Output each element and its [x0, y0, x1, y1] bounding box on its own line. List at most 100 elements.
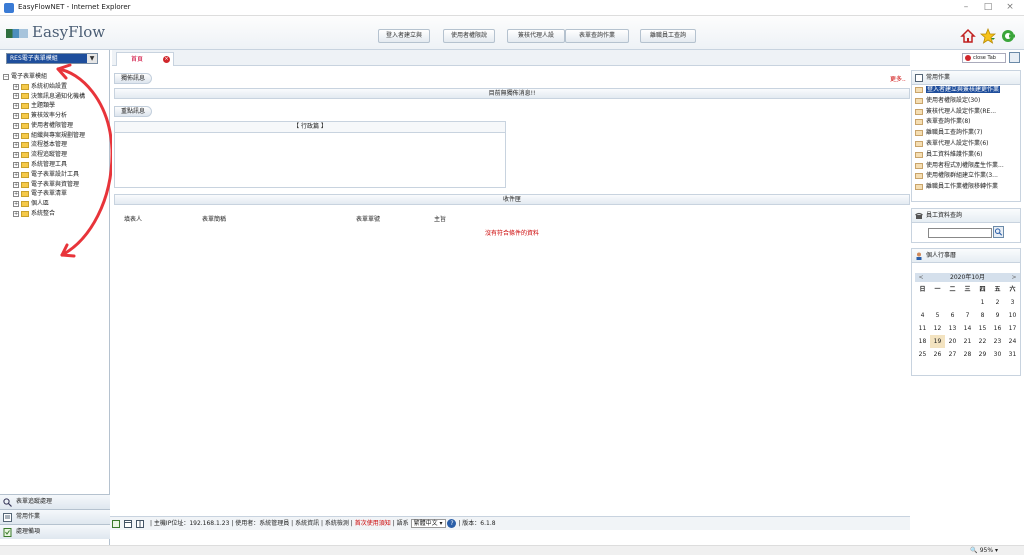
header-button-1[interactable]: 登入者建立與	[378, 29, 430, 43]
calendar-day[interactable]: 1	[975, 296, 990, 309]
close-tab-all-button[interactable]: close Tab	[962, 53, 1006, 63]
left-bottom-item-pending[interactable]: 處理備項	[0, 524, 110, 539]
more-link[interactable]: 更多..	[890, 74, 906, 83]
calendar-day[interactable]: 29	[975, 348, 990, 361]
calendar-day[interactable]	[930, 296, 945, 309]
app-logo: EasyFlow	[32, 23, 106, 41]
calendar-title: 個人行事曆	[912, 249, 1020, 263]
document-icon	[915, 119, 923, 126]
calendar-day[interactable]: 7	[960, 309, 975, 322]
calendar-day[interactable]: 22	[975, 335, 990, 348]
close-tab-icon[interactable]: ×	[163, 56, 170, 63]
board-title: 【 行政篇 】	[115, 122, 505, 133]
favorite-item[interactable]: 使用權限群組建立作業(3...	[912, 171, 1020, 182]
calendar-day[interactable]: 12	[930, 322, 945, 335]
home-icon[interactable]	[960, 28, 976, 44]
favorite-item[interactable]: 簽核代理人設定作業(RE...	[912, 107, 1020, 118]
zoom-level[interactable]: 🔍 95% ▾	[970, 546, 998, 555]
calendar-month: 2020年10月	[950, 274, 985, 281]
main-content: 獨佈訊息 更多.. 目前無獨佈消息!! 重點訊息 【 行政篇 】 收件匣 填表人…	[112, 66, 910, 516]
calendar-day[interactable]: 14	[960, 322, 975, 335]
favorite-item[interactable]: 離職員工作業權限移轉作業	[912, 182, 1020, 191]
calendar-day[interactable]: 2	[990, 296, 1005, 309]
calendar-day[interactable]: 23	[990, 335, 1005, 348]
calendar-day[interactable]: 28	[960, 348, 975, 361]
calendar-day[interactable]: 26	[930, 348, 945, 361]
calendar-day[interactable]: 16	[990, 322, 1005, 335]
inbox-col-number[interactable]: 表單單號	[356, 214, 380, 223]
maximize-button[interactable]: □	[980, 2, 996, 14]
calendar-day[interactable]	[915, 296, 930, 309]
calendar-day[interactable]: 13	[945, 322, 960, 335]
favorite-item[interactable]: 員工資料維護作業(6)	[912, 150, 1020, 161]
header-button-2[interactable]: 使用者權限說	[443, 29, 495, 43]
calendar-day[interactable]: 25	[915, 348, 930, 361]
first-use-link[interactable]: 首次使用須知	[355, 520, 391, 527]
header-button-3[interactable]: 簽核代理人設	[507, 29, 565, 43]
calendar-day[interactable]: 3	[1005, 296, 1020, 309]
calendar-day[interactable]: 18	[915, 335, 930, 348]
logout-icon[interactable]	[1000, 28, 1016, 44]
favorite-item[interactable]: 使用者權限設定(30)	[912, 96, 1020, 107]
browser-titlebar: EasyFlowNET - Internet Explorer – □ ×	[0, 0, 1024, 16]
calendar-day[interactable]: 9	[990, 309, 1005, 322]
window-icon[interactable]	[124, 520, 132, 528]
minimize-button[interactable]: –	[958, 2, 974, 14]
calendar-day[interactable]: 30	[990, 348, 1005, 361]
calendar-prev-button[interactable]: <	[917, 273, 925, 282]
calendar-month-header: < 2020年10月 >	[915, 273, 1020, 282]
calendar-day[interactable]: 17	[1005, 322, 1020, 335]
logo-icon	[6, 29, 28, 38]
favorite-item[interactable]: 表單代理人設定作業(6)	[912, 139, 1020, 150]
calendar-day[interactable]: 27	[945, 348, 960, 361]
favorite-item[interactable]: 表單查詢作業(8)	[912, 117, 1020, 128]
right-panel: 常用作業 登入者建立與簽核建更作業 使用者權限設定(30) 簽核代理人設定作業(…	[910, 66, 1024, 546]
refresh-icon[interactable]	[112, 520, 120, 528]
layout-icon[interactable]	[1009, 52, 1020, 63]
favorite-star-icon[interactable]	[980, 28, 996, 44]
calendar-day[interactable]: 24	[1005, 335, 1020, 348]
left-bottom-item-common[interactable]: 常用作業	[0, 509, 110, 524]
inbox-col-form[interactable]: 表單簡稱	[202, 214, 226, 223]
favorite-item[interactable]: 登入者建立與簽核建更作業	[912, 85, 1020, 96]
calendar-day[interactable]: 11	[915, 322, 930, 335]
table-icon[interactable]	[136, 520, 144, 528]
tab-home[interactable]: 首頁 ×	[116, 52, 174, 66]
close-window-button[interactable]: ×	[1002, 2, 1018, 14]
language-select[interactable]: 繁體中文 ▾	[410, 519, 446, 528]
search-icon[interactable]	[993, 226, 1004, 238]
calendar-day[interactable]	[960, 296, 975, 309]
favorites-title: 常用作業	[912, 71, 1020, 85]
calendar-day[interactable]: 21	[960, 335, 975, 348]
calendar-grid: 日 一 二 三 四 五 六 1 2 3 4 5 6 7 8 9 10 11 12…	[915, 283, 1020, 361]
calendar-day[interactable]: 6	[945, 309, 960, 322]
calendar-day[interactable]: 15	[975, 322, 990, 335]
left-bottom-item-tracking[interactable]: 表單追蹤處理	[0, 494, 110, 509]
calendar-day[interactable]: 5	[930, 309, 945, 322]
calendar-day[interactable]: 31	[1005, 348, 1020, 361]
header-button-4[interactable]: 表單查詢作業	[565, 29, 629, 43]
help-icon[interactable]: ?	[447, 519, 457, 528]
inbox-col-subject[interactable]: 主旨	[434, 214, 446, 223]
board-box: 【 行政篇 】	[114, 121, 506, 188]
calendar-day[interactable]: 8	[975, 309, 990, 322]
calendar-day-today[interactable]: 19	[930, 335, 945, 348]
header-button-5[interactable]: 離職員工查詢	[640, 29, 696, 43]
favorite-item[interactable]: 使用者程式別權限產生作業...	[912, 161, 1020, 172]
inbox-header: 填表人 表單簡稱 表單單號 主旨	[114, 212, 910, 226]
employee-search-input[interactable]	[928, 228, 992, 238]
document-icon	[915, 97, 923, 104]
person-icon	[916, 252, 922, 260]
calendar-day[interactable]: 20	[945, 335, 960, 348]
calendar-next-button[interactable]: >	[1010, 273, 1018, 282]
calendar-day[interactable]	[945, 296, 960, 309]
tab-strip: 首頁 ×	[112, 50, 910, 66]
ie-icon	[4, 3, 14, 13]
calendar-day[interactable]: 4	[915, 309, 930, 322]
favorite-item[interactable]: 離職員工查詢作業(7)	[912, 128, 1020, 139]
inbox-title: 收件匣	[114, 194, 910, 205]
inbox-col-filler[interactable]: 填表人	[124, 214, 142, 223]
calendar-day[interactable]: 10	[1005, 309, 1020, 322]
calendar-week: 4 5 6 7 8 9 10	[915, 309, 1020, 322]
calendar-weekdays: 日 一 二 三 四 五 六	[919, 286, 1016, 293]
